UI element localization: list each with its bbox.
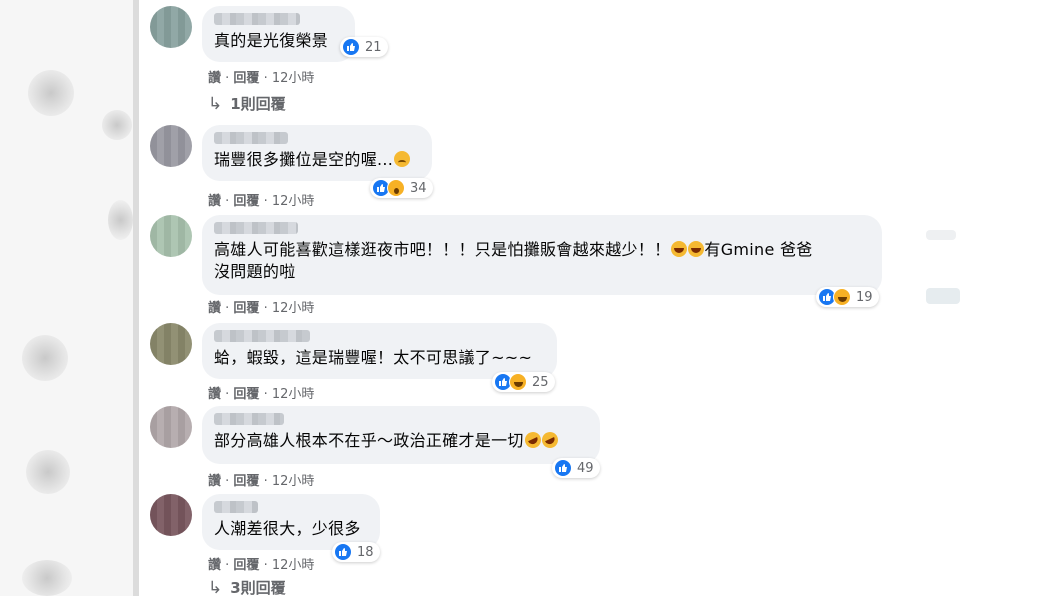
reply-action[interactable]: 回覆 [233,474,259,489]
laughing-emoji-icon [688,241,705,257]
sad-emoji-icon [394,151,411,167]
view-replies-link[interactable]: ↳ 3則回覆 [208,577,286,598]
reply-action[interactable]: 回覆 [233,301,259,316]
reply-action[interactable]: 回覆 [233,558,259,573]
blurred-shape [926,230,956,240]
avatar[interactable] [150,215,192,257]
reaction-count: 18 [357,544,374,560]
reaction-count: 21 [365,39,382,55]
comment-actions: 讚 · 回覆 · 12小時 [208,474,315,489]
avatar[interactable] [150,125,192,167]
reaction-summary[interactable]: 18 [332,542,380,562]
comment-text: 部分高雄人根本不在乎～政治正確才是一切 [214,429,588,452]
haha-reaction-icon [833,288,851,306]
laughing-emoji-icon [671,241,688,257]
comment-bubble: 真的是光復榮景 [202,6,355,62]
comment-text: 人潮差很大，少很多 [214,519,361,538]
reply-arrow-icon: ↳ [208,93,223,114]
blurred-background-left [0,0,133,596]
rofl-emoji-icon [522,429,544,451]
blurred-avatar [26,450,70,494]
blurred-avatar [22,335,68,381]
reply-action[interactable]: 回覆 [233,194,259,209]
replies-label: 1則回覆 [230,95,286,113]
timestamp[interactable]: 12小時 [272,71,315,86]
avatar[interactable] [150,323,192,365]
reaction-count: 34 [410,180,427,196]
like-action[interactable]: 讚 [208,301,221,316]
reaction-summary[interactable]: 25 [492,372,555,392]
comment-bubble: 高雄人可能喜歡這樣逛夜市吧！！！只是怕攤販會越來越少！！ 有Gmine 爸爸 沒問… [202,215,882,295]
reaction-count: 49 [577,460,594,476]
like-action[interactable]: 讚 [208,558,221,573]
reaction-count: 19 [856,289,873,305]
author-name-blurred[interactable] [214,132,288,144]
author-name-blurred[interactable] [214,330,310,342]
reply-action[interactable]: 回覆 [233,71,259,86]
blurred-shape [102,110,132,140]
blurred-shape [926,288,960,304]
like-action[interactable]: 讚 [208,71,221,86]
comment-text: 真的是光復榮景 [214,31,329,50]
replies-label: 3則回覆 [230,579,286,597]
comment-text: 高雄人可能喜歡這樣逛夜市吧！！！只是怕攤販會越來越少！！ 有Gmine 爸爸 沒問… [214,240,813,281]
like-reaction-icon [334,543,352,561]
haha-reaction-icon [509,373,527,391]
comment-bubble: 部分高雄人根本不在乎～政治正確才是一切 [202,406,600,464]
comment-actions: 讚 · 回覆 · 12小時 [208,194,315,209]
author-name-blurred[interactable] [214,222,298,234]
timestamp[interactable]: 12小時 [272,194,315,209]
author-name-blurred[interactable] [214,413,284,425]
reaction-summary[interactable]: 49 [552,458,600,478]
view-replies-link[interactable]: ↳ 1則回覆 [208,93,286,114]
comment-actions: 讚 · 回覆 · 12小時 [208,387,315,402]
comment-bubble: 蛤，蝦毀，這是瑞豐喔！太不可思議了~~~ [202,323,557,379]
like-action[interactable]: 讚 [208,474,221,489]
timestamp[interactable]: 12小時 [272,558,315,573]
comment-actions: 讚 · 回覆 · 12小時 [208,71,315,86]
reaction-summary[interactable]: 21 [340,37,388,57]
rofl-emoji-icon [539,429,561,451]
reaction-count: 25 [532,374,549,390]
comment-actions: 讚 · 回覆 · 12小時 [208,301,315,316]
blurred-shape [108,200,133,240]
reply-arrow-icon: ↳ [208,577,223,598]
like-action[interactable]: 讚 [208,387,221,402]
panel-divider [133,0,139,596]
timestamp[interactable]: 12小時 [272,301,315,316]
wow-reaction-icon [387,179,405,197]
timestamp[interactable]: 12小時 [272,387,315,402]
reaction-summary[interactable]: 34 [370,178,433,198]
author-name-blurred[interactable] [214,13,300,25]
reaction-summary[interactable]: 19 [816,287,879,307]
timestamp[interactable]: 12小時 [272,474,315,489]
comment-actions: 讚 · 回覆 · 12小時 [208,558,315,573]
blurred-avatar [28,70,74,116]
like-reaction-icon [342,38,360,56]
blurred-avatar [22,560,72,596]
avatar[interactable] [150,406,192,448]
comment-text: 蛤，蝦毀，這是瑞豐喔！太不可思議了~~~ [214,348,533,367]
like-reaction-icon [554,459,572,477]
like-action[interactable]: 讚 [208,194,221,209]
comment-bubble: 瑞豐很多攤位是空的喔... [202,125,432,181]
author-name-blurred[interactable] [214,501,258,513]
avatar[interactable] [150,6,192,48]
reply-action[interactable]: 回覆 [233,387,259,402]
comment-text: 瑞豐很多攤位是空的喔... [214,149,420,171]
avatar[interactable] [150,494,192,536]
